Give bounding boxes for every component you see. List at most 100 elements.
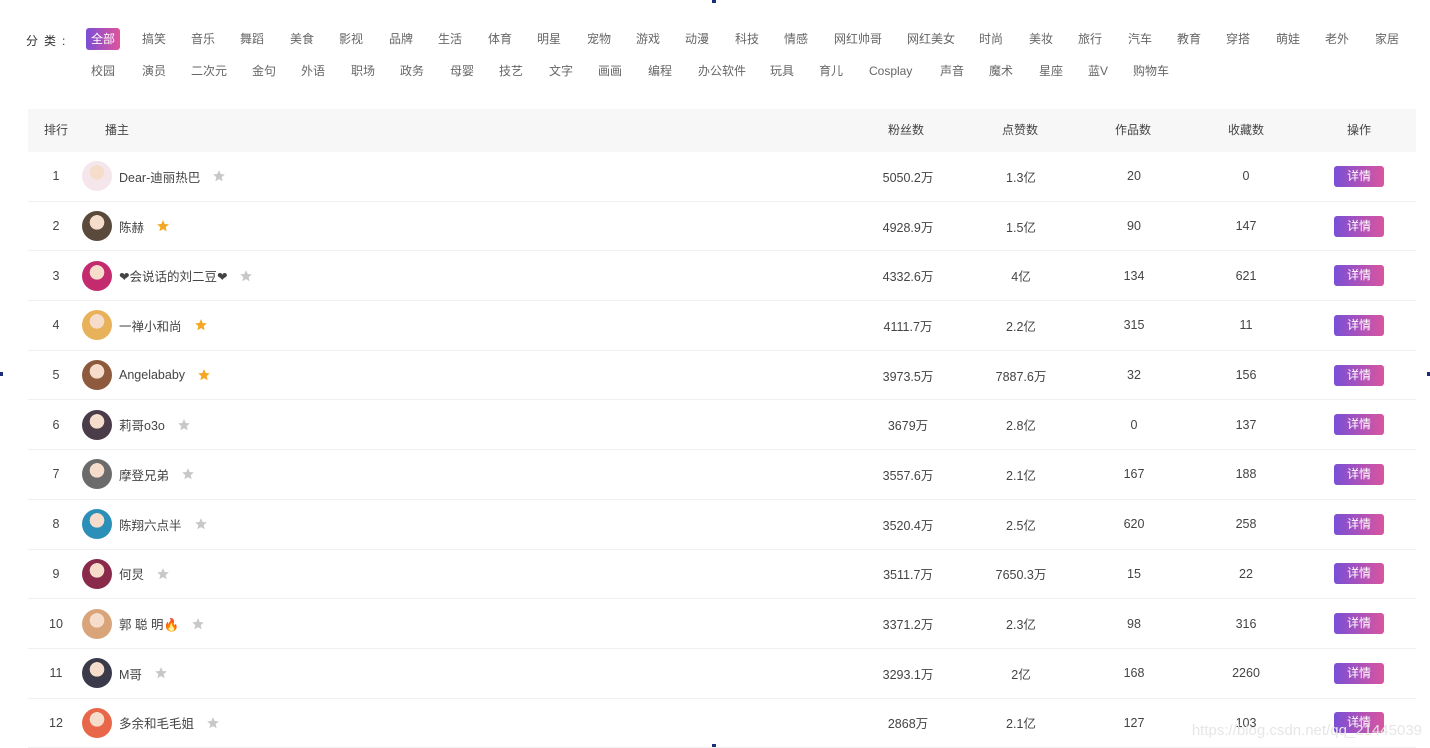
- avatar[interactable]: [82, 658, 112, 689]
- user-name[interactable]: ❤会说话的刘二豆❤: [119, 266, 227, 285]
- star-icon[interactable]: [206, 716, 220, 730]
- category-row2-13[interactable]: 玩具: [765, 60, 799, 82]
- category-row1-2[interactable]: 音乐: [186, 28, 220, 50]
- category-row2-18[interactable]: 星座: [1034, 60, 1068, 82]
- category-row1-3[interactable]: 舞蹈: [235, 28, 269, 50]
- avatar[interactable]: [82, 310, 112, 341]
- category-row1-15[interactable]: 网红帅哥: [829, 28, 887, 50]
- category-row1-7[interactable]: 生活: [433, 28, 467, 50]
- category-row2-11[interactable]: 编程: [643, 60, 677, 82]
- category-row2-0[interactable]: 校园: [86, 60, 120, 82]
- category-row1-12[interactable]: 动漫: [680, 28, 714, 50]
- user-name[interactable]: Dear-迪丽热巴: [119, 167, 200, 186]
- category-row2-10[interactable]: 画画: [593, 60, 627, 82]
- avatar[interactable]: [82, 211, 112, 242]
- detail-button[interactable]: 详情: [1334, 513, 1384, 535]
- star-icon[interactable]: [239, 269, 253, 283]
- rank-value: 12: [49, 715, 63, 730]
- avatar[interactable]: [82, 161, 112, 192]
- detail-button[interactable]: 详情: [1334, 314, 1384, 336]
- category-row1-4[interactable]: 美食: [285, 28, 319, 50]
- category-row2-3[interactable]: 金句: [247, 60, 281, 82]
- category-row2-6[interactable]: 政务: [395, 60, 429, 82]
- favorites-cell: 137: [1186, 400, 1306, 449]
- detail-button[interactable]: 详情: [1334, 463, 1384, 485]
- category-row1-6[interactable]: 品牌: [384, 28, 418, 50]
- category-row1-25[interactable]: 家居: [1370, 28, 1404, 50]
- resize-handle-left[interactable]: [0, 372, 3, 376]
- avatar[interactable]: [82, 409, 112, 440]
- detail-button[interactable]: 详情: [1334, 165, 1384, 187]
- star-icon[interactable]: [194, 318, 208, 332]
- detail-button[interactable]: 详情: [1334, 265, 1384, 287]
- detail-button[interactable]: 详情: [1334, 364, 1384, 386]
- category-row1-17[interactable]: 时尚: [974, 28, 1008, 50]
- detail-button[interactable]: 详情: [1334, 662, 1384, 684]
- avatar[interactable]: [82, 707, 112, 738]
- likes-cell: 2.5亿: [961, 500, 1081, 549]
- category-row1-11[interactable]: 游戏: [631, 28, 665, 50]
- user-name[interactable]: 郭 聪 明🔥: [119, 614, 179, 633]
- avatar[interactable]: [82, 558, 112, 589]
- category-row2-14[interactable]: 育儿: [814, 60, 848, 82]
- star-icon[interactable]: [177, 418, 191, 432]
- user-name[interactable]: Angelababy: [119, 368, 185, 382]
- star-icon[interactable]: [197, 368, 211, 382]
- user-name[interactable]: 多余和毛毛姐: [119, 713, 194, 732]
- avatar[interactable]: [82, 260, 112, 291]
- category-row2-7[interactable]: 母婴: [445, 60, 479, 82]
- category-row2-20[interactable]: 购物车: [1128, 60, 1174, 82]
- category-row2-9[interactable]: 文字: [544, 60, 578, 82]
- detail-button[interactable]: 详情: [1334, 215, 1384, 237]
- category-row1-16[interactable]: 网红美女: [902, 28, 960, 50]
- category-row1-14[interactable]: 情感: [779, 28, 813, 50]
- category-row2-5[interactable]: 职场: [346, 60, 380, 82]
- category-row1-9[interactable]: 明星: [532, 28, 566, 50]
- category-row2-19[interactable]: 蓝V: [1083, 60, 1113, 82]
- user-name[interactable]: 莉哥o3o: [119, 415, 165, 434]
- category-row2-15[interactable]: Cosplay: [864, 60, 917, 82]
- detail-button[interactable]: 详情: [1334, 563, 1384, 585]
- star-icon[interactable]: [154, 666, 168, 680]
- category-row2-17[interactable]: 魔术: [984, 60, 1018, 82]
- star-icon[interactable]: [194, 517, 208, 531]
- category-row2-2[interactable]: 二次元: [186, 60, 232, 82]
- avatar[interactable]: [82, 608, 112, 639]
- star-icon[interactable]: [156, 567, 170, 581]
- category-row1-5[interactable]: 影视: [334, 28, 368, 50]
- user-name[interactable]: 陈翔六点半: [119, 515, 182, 534]
- category-row1-24[interactable]: 老外: [1320, 28, 1354, 50]
- avatar[interactable]: [82, 509, 112, 540]
- star-icon[interactable]: [191, 617, 205, 631]
- category-row1-18[interactable]: 美妆: [1024, 28, 1058, 50]
- category-row1-19[interactable]: 旅行: [1073, 28, 1107, 50]
- category-row1-20[interactable]: 汽车: [1123, 28, 1157, 50]
- category-row1-21[interactable]: 教育: [1172, 28, 1206, 50]
- category-row2-4[interactable]: 外语: [296, 60, 330, 82]
- category-filter-label: 分类:: [26, 34, 72, 48]
- category-row1-13[interactable]: 科技: [730, 28, 764, 50]
- category-row1-0[interactable]: 全部: [86, 28, 121, 50]
- category-row2-1[interactable]: 演员: [137, 60, 171, 82]
- star-icon[interactable]: [181, 467, 195, 481]
- star-icon[interactable]: [156, 219, 170, 233]
- detail-button[interactable]: 详情: [1334, 414, 1384, 436]
- category-row1-10[interactable]: 宠物: [582, 28, 616, 50]
- category-row2-16[interactable]: 声音: [935, 60, 969, 82]
- star-icon[interactable]: [212, 169, 226, 183]
- avatar[interactable]: [82, 360, 112, 391]
- user-name[interactable]: 一禅小和尚: [119, 316, 182, 335]
- detail-button[interactable]: 详情: [1334, 613, 1384, 635]
- category-row1-23[interactable]: 萌娃: [1271, 28, 1305, 50]
- resize-handle-top[interactable]: [712, 0, 716, 3]
- category-row2-12[interactable]: 办公软件: [693, 60, 751, 82]
- category-row1-8[interactable]: 体育: [483, 28, 517, 50]
- user-name[interactable]: 何炅: [119, 564, 144, 583]
- user-name[interactable]: 陈赫: [119, 217, 144, 236]
- category-row1-22[interactable]: 穿搭: [1221, 28, 1255, 50]
- avatar[interactable]: [82, 459, 112, 490]
- user-name[interactable]: 摩登兄弟: [119, 465, 169, 484]
- category-row1-1[interactable]: 搞笑: [137, 28, 171, 50]
- category-row2-8[interactable]: 技艺: [494, 60, 528, 82]
- user-name[interactable]: M哥: [119, 664, 142, 683]
